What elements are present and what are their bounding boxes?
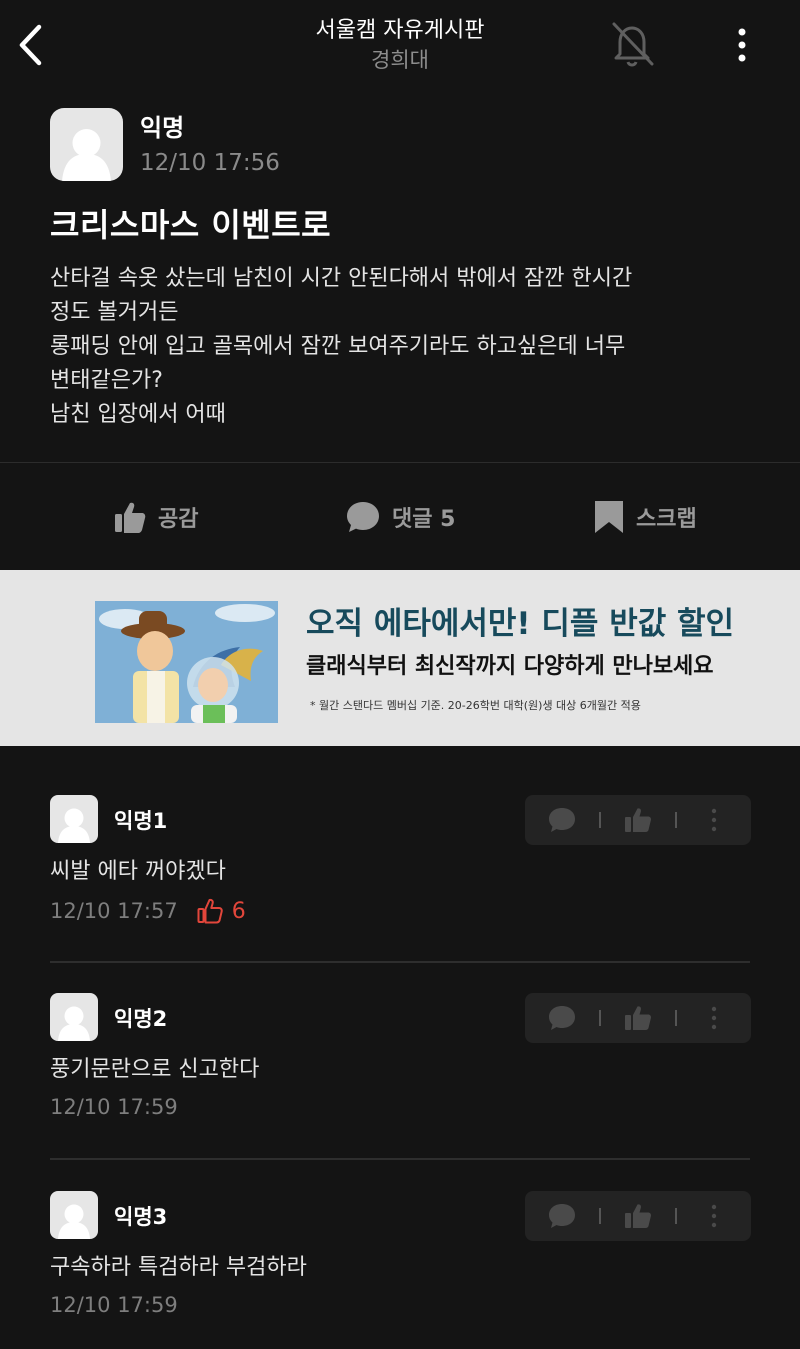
comment-author-avatar [50,795,98,843]
thumbs-up-icon [115,502,146,533]
comment-meta: 12/10 17:59 [50,1095,178,1119]
default-avatar-icon [58,1006,90,1041]
comment-count-label: 댓글 5 [392,507,456,532]
comment-more-button[interactable] [699,1005,729,1031]
speech-bubble-icon [549,1204,575,1228]
speech-bubble-icon [549,808,575,832]
comment-body: 구속하라 특검하라 부검하라 [50,1255,307,1280]
default-avatar-icon [62,129,111,181]
post-body: 산타걸 속옷 샀는데 남친이 시간 안된다해서 밖에서 잠깐 한시간 정도 볼거… [50,266,633,427]
default-avatar-icon [58,808,90,843]
bell-off-icon [612,22,654,67]
thumbs-up-icon [197,898,223,924]
comment-timestamp: 12/10 17:59 [50,1293,178,1317]
top-bar: 서울캠 자유게시판 경희대 [0,0,800,90]
comment-more-button[interactable] [699,807,729,833]
comment-author-avatar [50,1191,98,1239]
toolbar-separator [599,812,601,828]
comment-item: 익명3 구속하라 특검하라 부검하라 12/10 17:59 [0,1191,800,1349]
post-action-bar: 공감 댓글 5 스크랩 [0,490,800,544]
comment-author: 익명1 [114,809,168,833]
toolbar-separator [599,1208,601,1224]
ad-subline: 클래식부터 최신작까지 다양하게 만나보세요 [306,654,714,679]
like-count: 6 [231,898,246,924]
comment-author: 익명2 [114,1007,168,1031]
ad-image [95,601,278,723]
comment-count-button[interactable]: 댓글 5 [344,490,455,544]
post-author: 익명 [140,114,185,142]
comment-item: 익명1 씨발 에타 꺼야겠다 12/10 17:57 6 [0,795,800,985]
like-button[interactable]: 공감 [112,490,198,544]
scrap-label: 스크랩 [636,507,697,532]
ad-fineprint: * 월간 스탠다드 멤버십 기준. 20-26학번 대학(원)생 대상 6개월간… [310,699,641,712]
comment-item: 익명2 풍기문란으로 신고한다 12/10 17:59 [0,993,800,1183]
comment-body: 씨발 에타 꺼야겠다 [50,859,226,884]
toolbar-separator [599,1010,601,1026]
comment-toolbar [525,795,751,845]
default-avatar-icon [58,1204,90,1239]
comment-like-count: 6 [196,897,246,925]
ad-headline: 오직 에타에서만! 디플 반값 할인 [306,606,735,642]
ad-illustration [95,601,278,723]
comment-timestamp: 12/10 17:57 [50,899,178,923]
bookmark-icon [595,501,623,533]
board-title: 서울캠 자유게시판 [315,18,485,43]
toolbar-separator [675,1208,677,1224]
more-options-button[interactable] [726,24,758,68]
toolbar-separator [675,1010,677,1026]
comment-author-avatar [50,993,98,1041]
reply-button[interactable] [547,807,577,833]
board-subtitle: 경희대 [371,48,429,72]
comment-like-button[interactable] [623,1203,653,1229]
post-author-avatar [50,108,123,181]
more-vertical-icon [711,1006,717,1030]
thumbs-up-icon [625,1006,651,1030]
divider [0,462,800,463]
thumbs-up-icon [625,808,651,832]
comment-like-button[interactable] [623,1005,653,1031]
comment-author: 익명3 [114,1205,168,1229]
speech-bubble-icon [347,502,379,532]
comment-body: 풍기문란으로 신고한다 [50,1057,260,1082]
like-label: 공감 [158,507,199,532]
comment-timestamp: 12/10 17:59 [50,1095,178,1119]
more-vertical-icon [738,28,746,62]
notification-toggle[interactable] [606,18,658,70]
comment-like-button[interactable] [623,807,653,833]
comment-toolbar [525,1191,751,1241]
comment-more-button[interactable] [699,1203,729,1229]
reply-button[interactable] [547,1203,577,1229]
toolbar-separator [675,812,677,828]
comment-toolbar [525,993,751,1043]
more-vertical-icon [711,1204,717,1228]
thumbs-up-icon [625,1204,651,1228]
comment-divider [50,961,750,963]
post-timestamp: 12/10 17:56 [140,150,280,176]
comment-divider [50,1158,750,1160]
reply-button[interactable] [547,1005,577,1031]
comment-meta: 12/10 17:59 [50,1293,178,1317]
post-title: 크리스마스 이벤트로 [50,206,332,244]
speech-bubble-icon [549,1006,575,1030]
more-vertical-icon [711,808,717,832]
comment-meta: 12/10 17:57 6 [50,897,246,925]
scrap-button[interactable]: 스크랩 [592,490,697,544]
